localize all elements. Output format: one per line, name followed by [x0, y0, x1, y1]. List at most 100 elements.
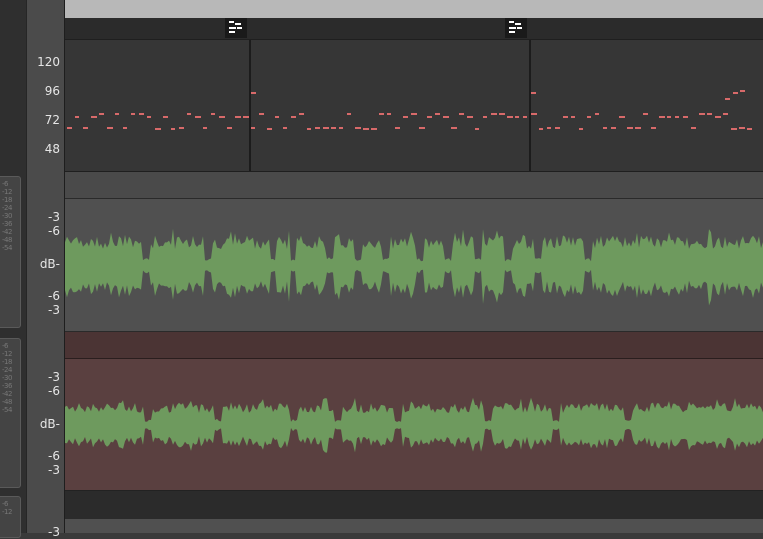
midi-note[interactable]: [187, 113, 191, 115]
track-2-header-strip[interactable]: [65, 332, 763, 359]
midi-note[interactable]: [635, 127, 641, 129]
midi-note[interactable]: [291, 116, 296, 118]
midi-note[interactable]: [459, 113, 464, 115]
midi-note[interactable]: [235, 116, 241, 118]
midi-note[interactable]: [179, 127, 184, 129]
midi-note[interactable]: [91, 116, 97, 118]
midi-note[interactable]: [699, 113, 705, 115]
midi-note[interactable]: [211, 113, 215, 115]
midi-note[interactable]: [147, 116, 151, 118]
track-3-header-strip[interactable]: [65, 491, 763, 519]
midi-note[interactable]: [725, 98, 730, 100]
midi-note[interactable]: [371, 128, 377, 130]
midi-note[interactable]: [555, 127, 560, 129]
midi-note[interactable]: [139, 113, 144, 115]
audio-track-1-lane[interactable]: [65, 199, 763, 332]
midi-note[interactable]: [739, 127, 745, 129]
midi-note[interactable]: [595, 113, 599, 115]
midi-note[interactable]: [171, 128, 175, 130]
midi-note[interactable]: [547, 127, 551, 129]
midi-note[interactable]: [331, 127, 336, 129]
midi-note[interactable]: [643, 113, 648, 115]
track-3-level-meter[interactable]: -6 -12: [0, 496, 21, 538]
midi-note[interactable]: [411, 113, 417, 115]
midi-note[interactable]: [659, 116, 665, 118]
midi-note[interactable]: [403, 116, 408, 118]
midi-note[interactable]: [379, 113, 384, 115]
midi-note[interactable]: [435, 113, 440, 115]
midi-note[interactable]: [251, 127, 255, 129]
midi-note[interactable]: [475, 128, 479, 130]
midi-note[interactable]: [419, 127, 425, 129]
track-1-level-meter[interactable]: -6 -12 -18 -24 -30 -36 -42 -48 -54: [0, 176, 21, 328]
midi-note[interactable]: [219, 116, 225, 118]
midi-note[interactable]: [67, 127, 72, 129]
midi-note[interactable]: [339, 127, 343, 129]
midi-note[interactable]: [740, 90, 745, 92]
midi-note[interactable]: [531, 92, 536, 94]
midi-note[interactable]: [667, 116, 671, 118]
midi-note[interactable]: [707, 113, 712, 115]
midi-note[interactable]: [611, 127, 616, 129]
timeline-ruler[interactable]: [65, 0, 763, 18]
midi-note[interactable]: [491, 113, 497, 115]
tempo-marker-row[interactable]: [65, 18, 763, 40]
midi-note[interactable]: [323, 127, 329, 129]
midi-note[interactable]: [283, 127, 287, 129]
midi-note[interactable]: [683, 116, 688, 118]
midi-note[interactable]: [731, 128, 737, 130]
midi-velocity-lane[interactable]: [65, 40, 763, 171]
midi-note[interactable]: [363, 128, 369, 130]
tempo-marker-icon[interactable]: [225, 18, 247, 38]
midi-note[interactable]: [163, 116, 168, 118]
tempo-marker-icon[interactable]: [505, 18, 527, 38]
midi-note[interactable]: [75, 116, 79, 118]
midi-note[interactable]: [387, 113, 391, 115]
midi-note[interactable]: [267, 128, 272, 130]
midi-note[interactable]: [115, 113, 119, 115]
midi-note[interactable]: [523, 116, 527, 118]
midi-note[interactable]: [307, 128, 311, 130]
midi-note[interactable]: [619, 116, 625, 118]
midi-note[interactable]: [155, 128, 161, 130]
midi-note[interactable]: [531, 113, 537, 115]
midi-note[interactable]: [347, 113, 351, 115]
midi-note[interactable]: [99, 113, 104, 115]
audio-track-3-lane[interactable]: [65, 519, 763, 533]
midi-note[interactable]: [539, 128, 543, 130]
midi-note[interactable]: [227, 127, 232, 129]
midi-note[interactable]: [571, 116, 575, 118]
midi-note[interactable]: [299, 113, 304, 115]
midi-note[interactable]: [195, 116, 201, 118]
midi-note[interactable]: [675, 116, 679, 118]
midi-note[interactable]: [451, 127, 457, 129]
midi-note[interactable]: [563, 116, 568, 118]
midi-note[interactable]: [259, 113, 264, 115]
midi-note[interactable]: [123, 127, 127, 129]
midi-note[interactable]: [443, 116, 449, 118]
midi-note[interactable]: [243, 116, 249, 118]
midi-note[interactable]: [251, 92, 256, 94]
midi-note[interactable]: [507, 116, 513, 118]
midi-note[interactable]: [275, 116, 279, 118]
track-2-level-meter[interactable]: -6 -12 -18 -24 -30 -36 -42 -48 -54: [0, 338, 21, 488]
midi-note[interactable]: [723, 113, 728, 115]
midi-note[interactable]: [315, 127, 320, 129]
midi-note[interactable]: [715, 116, 721, 118]
midi-note[interactable]: [579, 128, 583, 130]
midi-note[interactable]: [483, 116, 487, 118]
midi-note[interactable]: [203, 127, 207, 129]
midi-note[interactable]: [515, 116, 519, 118]
midi-note[interactable]: [467, 116, 473, 118]
midi-note[interactable]: [395, 127, 400, 129]
midi-note[interactable]: [627, 127, 633, 129]
midi-note[interactable]: [355, 127, 361, 129]
midi-note[interactable]: [107, 127, 113, 129]
midi-note[interactable]: [651, 127, 656, 129]
midi-note[interactable]: [83, 127, 88, 129]
midi-note[interactable]: [733, 92, 738, 94]
midi-note[interactable]: [131, 113, 135, 115]
audio-track-2-lane[interactable]: [65, 359, 763, 491]
midi-note[interactable]: [499, 113, 505, 115]
midi-note[interactable]: [747, 128, 752, 130]
